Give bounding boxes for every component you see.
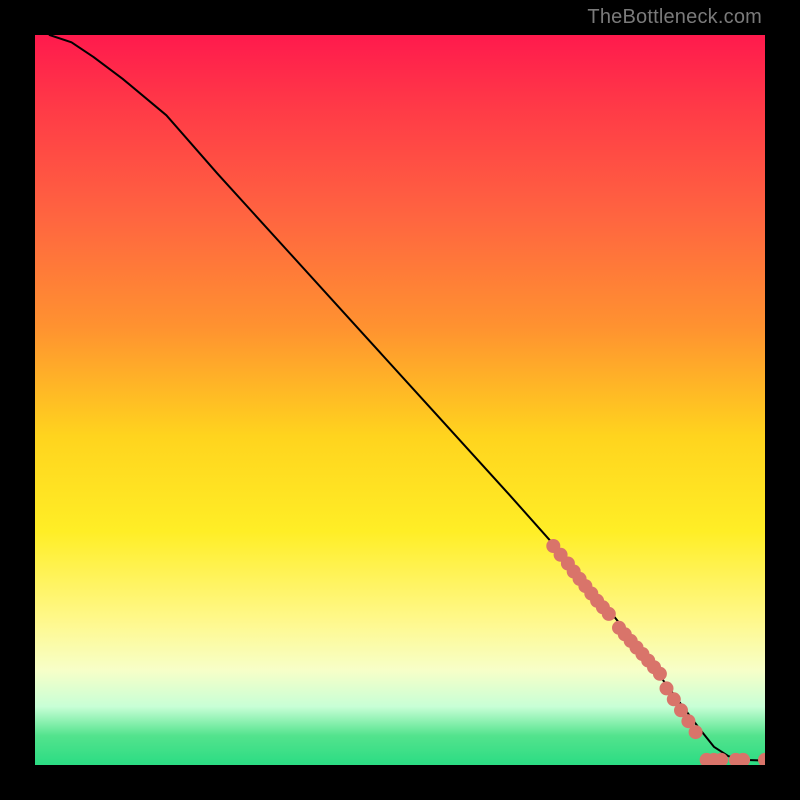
chart-frame: TheBottleneck.com [0,0,800,800]
attribution-label: TheBottleneck.com [587,6,762,29]
gradient-background [35,35,765,765]
plot-area [35,35,765,765]
